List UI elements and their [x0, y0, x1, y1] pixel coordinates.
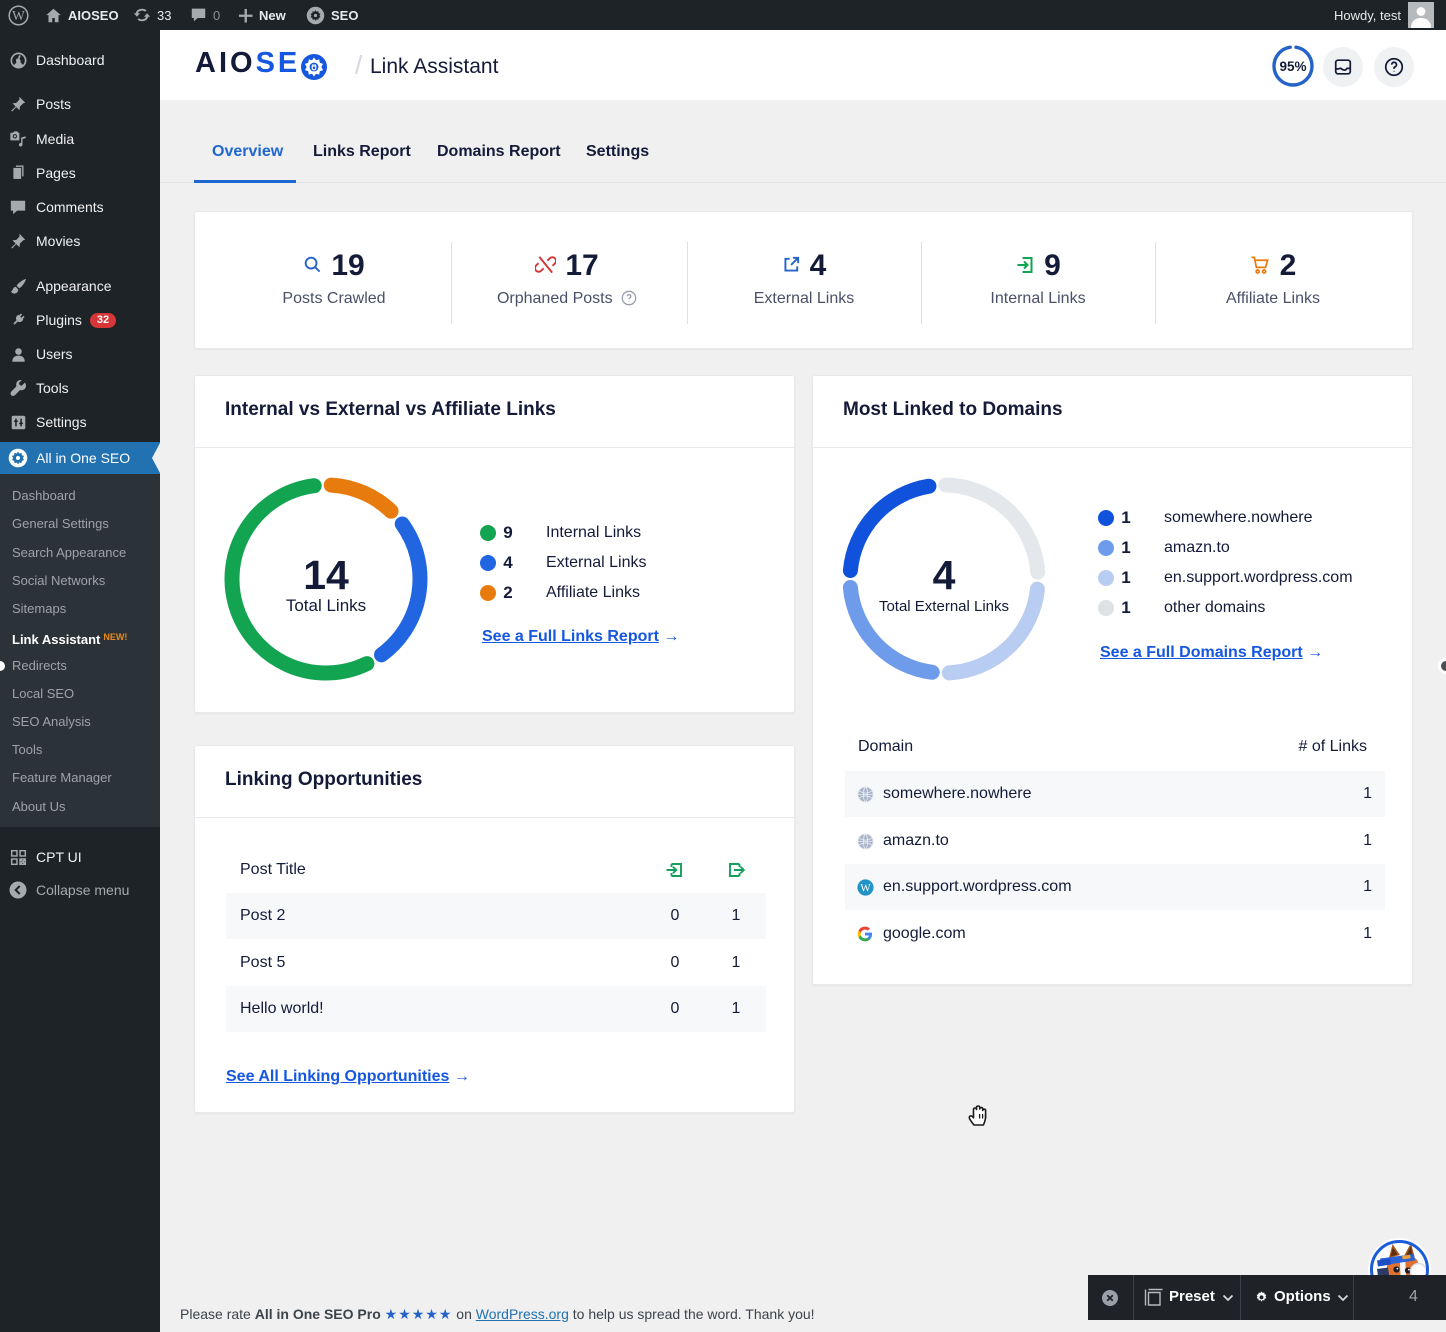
svg-text:W: W: [12, 7, 25, 22]
svg-text:W: W: [860, 882, 871, 894]
svg-text:95%: 95%: [1279, 59, 1306, 74]
